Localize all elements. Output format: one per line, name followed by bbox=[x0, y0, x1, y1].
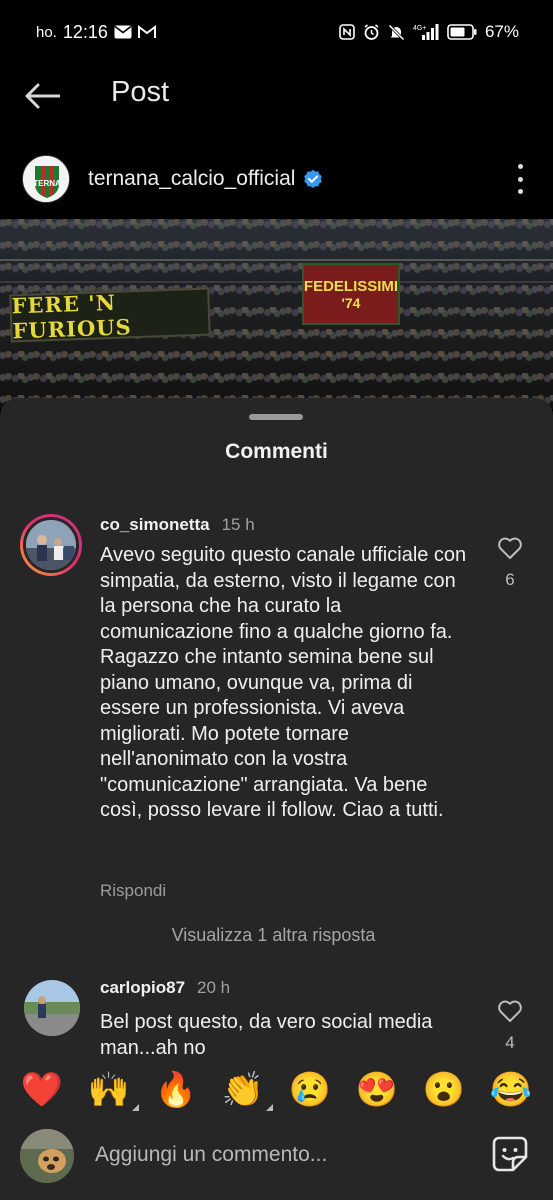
page-title: Post bbox=[111, 76, 170, 108]
heart-emoji-button[interactable]: ❤️ bbox=[18, 1073, 66, 1107]
heart-outline-icon[interactable] bbox=[497, 536, 523, 560]
post-header: TERNA ternana_calcio_official bbox=[0, 146, 553, 212]
sticker-icon bbox=[492, 1136, 528, 1172]
heart-eyes-emoji-icon: 😍 bbox=[355, 1071, 399, 1109]
crying-face-emoji-button[interactable]: 😢 bbox=[286, 1073, 334, 1107]
comment-header: carlopio87 20 h bbox=[100, 978, 230, 998]
crest-text: TERNA bbox=[33, 179, 61, 188]
comment-timestamp: 20 h bbox=[197, 978, 231, 997]
dot-icon bbox=[517, 189, 523, 194]
top-bar: Post bbox=[0, 64, 553, 128]
fire-emoji-button[interactable]: 🔥 bbox=[152, 1073, 200, 1107]
more-options-button[interactable] bbox=[513, 164, 527, 194]
dot-icon bbox=[517, 176, 523, 182]
heart-emoji-icon: ❤️ bbox=[20, 1071, 64, 1109]
alarm-icon bbox=[363, 23, 380, 41]
comment-composer bbox=[0, 1124, 553, 1200]
fire-emoji-icon: 🔥 bbox=[154, 1071, 198, 1109]
surprised-face-emoji-button[interactable]: 😮 bbox=[420, 1073, 468, 1107]
railing bbox=[0, 259, 553, 261]
gmail-icon bbox=[137, 25, 156, 39]
my-avatar bbox=[20, 1129, 74, 1183]
fan-banner-left-text: FERE 'N FURIOUS bbox=[11, 289, 133, 344]
mute-bell-icon bbox=[388, 23, 405, 41]
comment-input[interactable] bbox=[95, 1140, 455, 1170]
clapping-hands-emoji-icon: 👏 bbox=[221, 1071, 265, 1109]
comment-username[interactable]: co_simonetta bbox=[100, 515, 210, 535]
comment-text: Avevo seguito questo canale ufficiale co… bbox=[100, 544, 467, 821]
commenter-photo bbox=[23, 517, 79, 573]
reply-button[interactable]: Rispondi bbox=[100, 881, 166, 901]
author-row[interactable]: ternana_calcio_official bbox=[88, 167, 323, 191]
verified-badge-icon bbox=[304, 169, 323, 188]
surprised-face-emoji-icon: 😮 bbox=[422, 1071, 466, 1109]
status-right: 4G+ 67% bbox=[339, 22, 519, 42]
fan-banner-right-number: '74 bbox=[341, 294, 361, 311]
network-type-label: 4G+ bbox=[413, 25, 426, 32]
skin-tone-indicator-icon bbox=[132, 1104, 139, 1111]
sheet-title: Commenti bbox=[225, 440, 328, 463]
author-avatar[interactable]: TERNA bbox=[22, 155, 70, 203]
battery-percent: 67% bbox=[484, 22, 519, 41]
comment-timestamp: 15 h bbox=[221, 515, 255, 534]
fan-banner-left: FERE 'N FURIOUS bbox=[9, 287, 211, 344]
status-left: ho. 12:16 bbox=[36, 22, 156, 43]
emoji-reaction-bar: ❤️ 🙌 🔥 👏 😢 😍 😮 😂 bbox=[0, 1056, 553, 1124]
dot-icon bbox=[517, 164, 523, 169]
fan-banner-right-text: FEDELISSIMI bbox=[303, 277, 399, 295]
clapping-hands-emoji-button[interactable]: 👏 bbox=[219, 1071, 273, 1111]
fan-banner-right: FEDELISSIMI '74 bbox=[302, 263, 400, 325]
sticker-button[interactable] bbox=[491, 1135, 529, 1173]
comment-header: co_simonetta 15 h bbox=[100, 515, 255, 535]
raised-hands-emoji-button[interactable]: 🙌 bbox=[85, 1071, 139, 1111]
heart-eyes-emoji-button[interactable]: 😍 bbox=[353, 1073, 401, 1107]
laughing-tears-emoji-icon: 😂 bbox=[489, 1071, 533, 1109]
signal-icon: 4G+ bbox=[413, 23, 439, 41]
laughing-tears-emoji-button[interactable]: 😂 bbox=[487, 1073, 535, 1107]
like-count: 4 bbox=[505, 1033, 515, 1052]
club-crest-icon: TERNA bbox=[23, 156, 69, 202]
status-bar: ho. 12:16 4G+ 67% bbox=[0, 0, 553, 64]
heart-outline-icon[interactable] bbox=[497, 999, 523, 1023]
comment-username[interactable]: carlopio87 bbox=[100, 978, 185, 998]
back-button[interactable] bbox=[22, 78, 62, 114]
post-image[interactable]: FERE 'N FURIOUS FEDELISSIMI '74 bbox=[0, 219, 553, 409]
commenter-avatar[interactable] bbox=[20, 514, 82, 576]
view-more-replies-button[interactable]: Visualizza 1 altra risposta bbox=[0, 925, 553, 946]
author-username[interactable]: ternana_calcio_official bbox=[88, 167, 295, 191]
mail-icon bbox=[114, 25, 132, 39]
skin-tone-indicator-icon bbox=[266, 1104, 273, 1111]
drag-handle[interactable] bbox=[249, 414, 303, 420]
clock: 12:16 bbox=[62, 21, 108, 42]
like-group: 6 bbox=[495, 536, 525, 590]
raised-hands-emoji-icon: 🙌 bbox=[87, 1071, 131, 1109]
carrier-label: ho. bbox=[36, 23, 57, 41]
commenter-photo bbox=[24, 980, 80, 1036]
like-group: 4 bbox=[495, 999, 525, 1053]
comments-sheet: Commenti co_simonetta 15 h Avevo seguito… bbox=[0, 398, 553, 1200]
like-count: 6 bbox=[505, 570, 515, 589]
railing bbox=[0, 281, 553, 283]
battery-icon bbox=[447, 24, 477, 40]
crying-face-emoji-icon: 😢 bbox=[288, 1071, 332, 1109]
nfc-icon bbox=[339, 24, 355, 40]
commenter-avatar[interactable] bbox=[24, 980, 80, 1036]
comment-text: Bel post questo, da vero social media ma… bbox=[100, 1011, 433, 1055]
back-arrow-icon bbox=[25, 83, 60, 109]
